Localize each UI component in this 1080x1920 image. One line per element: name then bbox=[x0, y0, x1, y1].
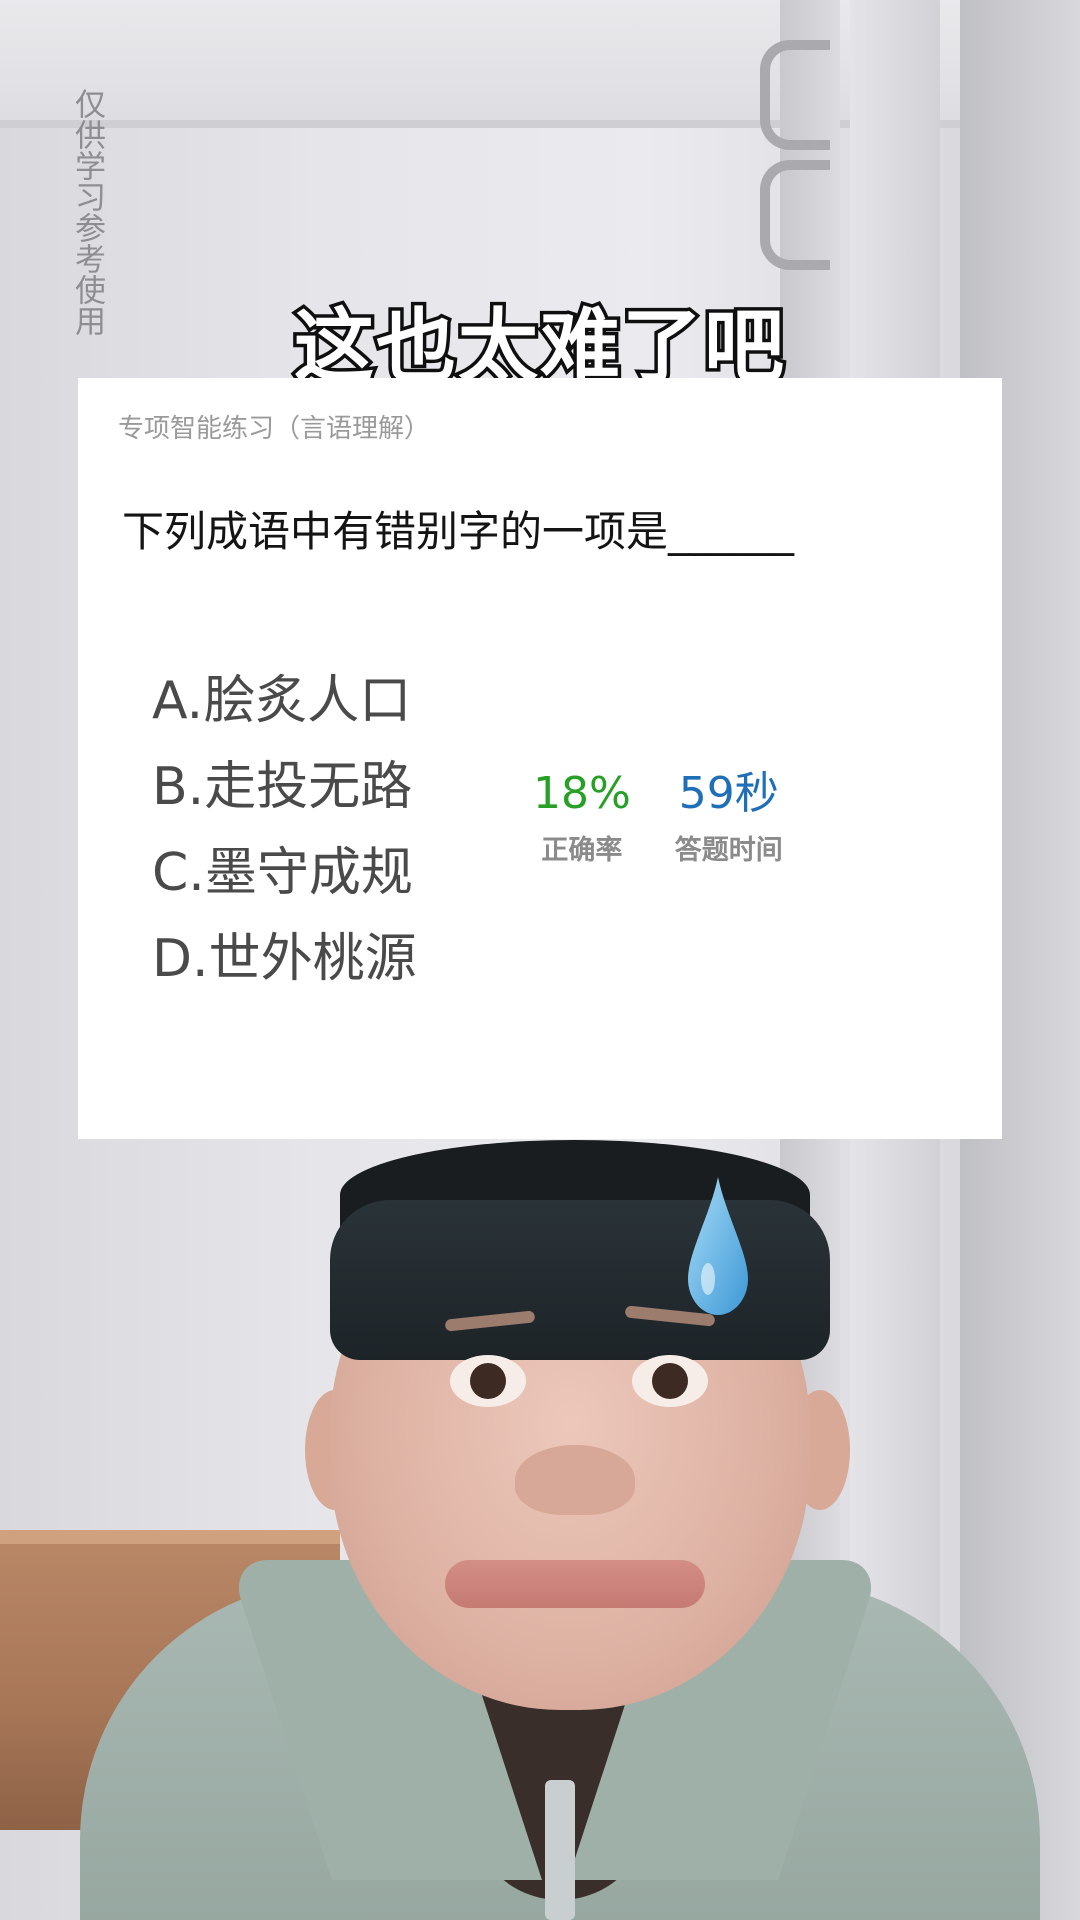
time-value: 59秒 bbox=[678, 768, 779, 819]
option-b[interactable]: B.走投无路 bbox=[152, 744, 417, 830]
option-a[interactable]: A.脍炙人口 bbox=[152, 658, 417, 744]
eye bbox=[450, 1355, 526, 1407]
answer-options: A.脍炙人口 B.走投无路 C.墨守成规 D.世外桃源 bbox=[152, 658, 417, 1002]
accuracy-stat: 18% 正确率 bbox=[533, 768, 631, 867]
zipper bbox=[545, 1780, 575, 1920]
mouth bbox=[445, 1560, 705, 1608]
time-stat: 59秒 答题时间 bbox=[675, 768, 783, 867]
pupil bbox=[652, 1363, 688, 1399]
quiz-category-label: 专项智能练习（言语理解） bbox=[118, 414, 431, 444]
accuracy-value: 18% bbox=[533, 768, 631, 819]
eye bbox=[632, 1355, 708, 1407]
pupil bbox=[470, 1363, 506, 1399]
quiz-stats: 18% 正确率 59秒 答题时间 bbox=[533, 768, 783, 867]
time-label: 答题时间 bbox=[674, 835, 783, 866]
headband bbox=[330, 1200, 830, 1360]
option-d[interactable]: D.世外桃源 bbox=[152, 916, 417, 1002]
nose bbox=[515, 1445, 635, 1515]
option-c[interactable]: C.墨守成规 bbox=[152, 830, 417, 916]
question-text: 下列成语中有错别字的一项是______ bbox=[122, 507, 795, 556]
sweat-drop-icon bbox=[688, 1177, 748, 1315]
quiz-card: 专项智能练习（言语理解） 下列成语中有错别字的一项是______ A.脍炙人口 … bbox=[78, 378, 1002, 1139]
accuracy-label: 正确率 bbox=[541, 835, 623, 866]
